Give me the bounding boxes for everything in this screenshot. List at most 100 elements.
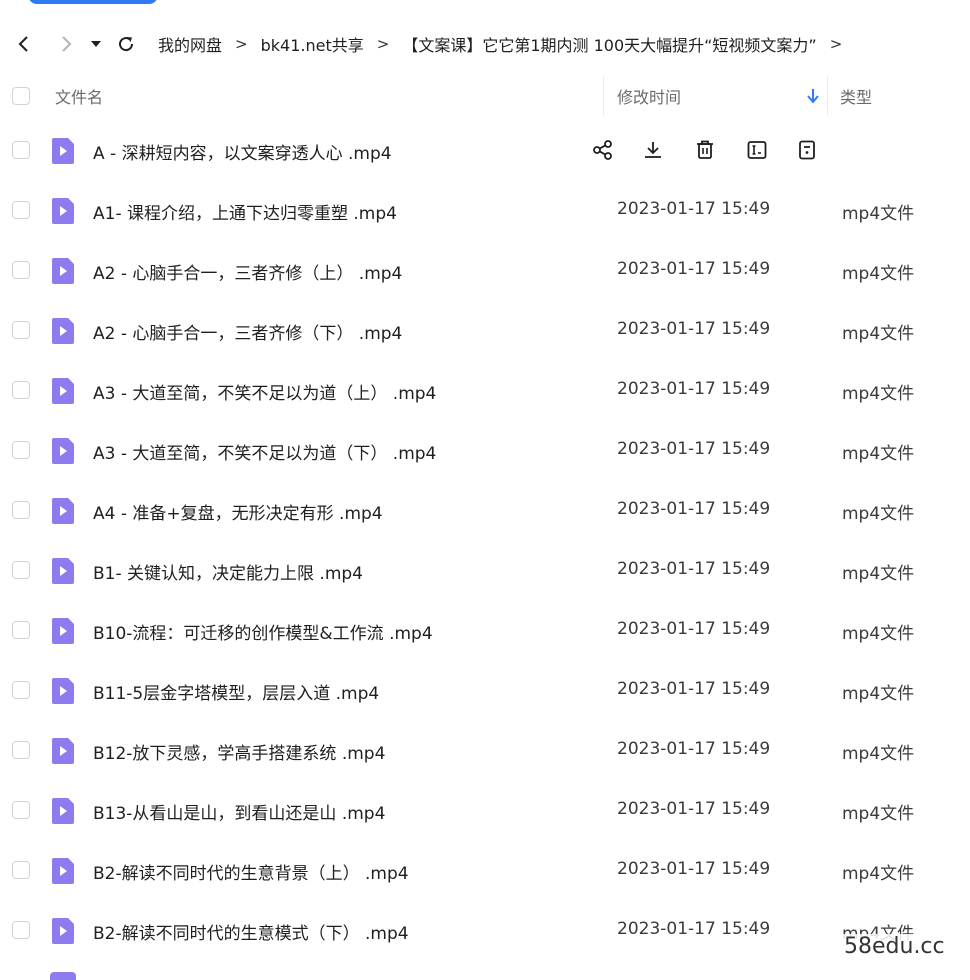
breadcrumb-separator: > [376,35,390,53]
navigation-bar: 我的网盘 > bk41.net共享 > 【文案课】它它第1期内测 100天大幅提… [0,22,970,66]
file-row[interactable]: B2-解读不同时代的生意模式（下） .mp42023-01-17 15:49mp… [0,900,970,960]
file-name[interactable]: A1- 课程介绍，上通下达归零重塑 .mp4 [93,199,397,224]
share-icon[interactable] [590,137,616,163]
watermark: 58edu.cc [840,934,949,959]
file-type: mp4文件 [842,204,915,224]
video-file-icon [50,257,76,285]
file-modified-time: 2023-01-17 15:49 [617,739,771,759]
video-file-icon [50,617,76,645]
forward-button[interactable] [52,30,80,58]
file-name[interactable]: B1- 关键认知，决定能力上限 .mp4 [93,559,363,584]
file-modified-time: 2023-01-17 15:49 [617,259,771,279]
file-row[interactable]: A2 - 心脑手合一，三者齐修（上） .mp4 2023-01-17 15:49 m… [0,240,970,300]
file-modified-time: 2023-01-17 15:49 [617,379,771,399]
column-divider [603,76,604,116]
video-file-icon [50,677,76,705]
history-dropdown-button[interactable] [86,30,106,58]
breadcrumb-separator: > [235,35,248,53]
file-name[interactable]: B2-解读不同时代的生意模式（下） .mp4 [93,919,409,944]
file-modified-time: 2023-01-17 15:49 [617,199,771,219]
back-button[interactable] [10,30,38,58]
refresh-icon [119,37,134,52]
sort-desc-icon[interactable] [806,87,820,109]
video-file-icon [50,797,76,825]
file-row[interactable]: A1- 课程介绍，上通下达归零重塑 .mp4 2023-01-17 15:49 mp… [0,180,970,240]
file-row[interactable]: B11-5层金字塔模型，层层入道 .mp4 2023-01-17 15:49 mp4… [0,660,970,720]
file-name[interactable]: A3 - 大道至简，不笑不足以为道（下） .mp4 [93,439,436,464]
file-type: mp4文件 [842,264,915,284]
delete-icon[interactable] [692,137,718,163]
row-checkbox[interactable] [12,741,30,759]
row-checkbox[interactable] [12,321,30,339]
file-modified-time: 2023-01-17 15:49 [617,619,771,639]
row-checkbox[interactable] [12,381,30,399]
more-icon[interactable] [794,137,820,163]
file-name[interactable]: B10-流程：可迁移的创作模型&工作流 .mp4 [93,619,433,644]
video-file-icon [50,437,76,465]
file-type: mp4文件 [842,384,915,404]
caret-down-icon [91,41,101,47]
file-row[interactable]: A3 - 大道至简，不笑不足以为道（下） .mp4 2023-01-17 15:4… [0,420,970,480]
file-type: mp4文件 [842,624,915,644]
file-type: mp4文件 [842,444,915,464]
video-file-icon [50,377,76,405]
breadcrumb-item[interactable]: 我的网盘 [158,32,222,56]
video-file-icon [50,857,76,885]
breadcrumb-item[interactable]: bk41.net共享 [261,32,364,56]
row-checkbox[interactable] [12,801,30,819]
column-divider [827,76,828,116]
video-file-icon [50,557,76,585]
file-modified-time: 2023-01-17 15:49 [617,559,771,579]
file-modified-time: 2023-01-17 15:49 [617,319,771,339]
file-type: mp4文件 [842,324,915,344]
file-type: mp4文件 [842,804,915,824]
video-file-icon [50,497,76,525]
file-name[interactable]: B2-解读不同时代的生意背景（上） .mp4 [93,859,409,884]
video-file-icon [50,137,76,165]
video-file-icon [50,737,76,765]
file-name[interactable]: A2 - 心脑手合一，三者齐修（上） .mp4 [93,259,402,284]
row-checkbox[interactable] [12,501,30,519]
download-icon[interactable] [640,137,666,163]
file-row[interactable]: B12-放下灵感，学高手搭建系统 .mp4 2023-01-17 15:49 mp4… [0,720,970,780]
file-type: mp4文件 [842,744,915,764]
row-checkbox[interactable] [12,621,30,639]
file-name[interactable]: A4 - 准备+复盘，无形决定有形 .mp4 [93,499,383,524]
file-row[interactable]: A3 - 大道至简，不笑不足以为道（上） .mp4 2023-01-17 15:4… [0,360,970,420]
row-checkbox[interactable] [12,441,30,459]
refresh-button[interactable] [112,30,140,58]
breadcrumb-item[interactable]: 【文案课】它它第1期内测 100天大幅提升“短视频文案力” [402,32,816,56]
top-tab-indicator [28,0,158,4]
file-name[interactable]: A3 - 大道至简，不笑不足以为道（上） .mp4 [93,379,436,404]
file-name[interactable]: B13-从看山是山，到看山还是山 .mp4 [93,799,385,824]
row-checkbox[interactable] [12,261,30,279]
file-type: mp4文件 [842,564,915,584]
file-row[interactable]: B13-从看山是山，到看山还是山 .mp4 2023-01-17 15:49 mp4… [0,780,970,840]
row-checkbox[interactable] [12,861,30,879]
breadcrumb: 我的网盘 > bk41.net共享 > 【文案课】它它第1期内测 100天大幅提… [158,32,855,56]
column-header-type[interactable]: 类型 [840,84,872,108]
file-row[interactable]: A2 - 心脑手合一，三者齐修（下） .mp4 2023-01-17 15:49 m… [0,300,970,360]
file-row[interactable]: B2-解读不同时代的生意背景（上） .mp4 2023-01-17 15:49 mp… [0,840,970,900]
chevron-right-icon [62,36,72,52]
row-checkbox[interactable] [12,681,30,699]
column-header-name[interactable]: 文件名 [55,84,103,108]
breadcrumb-separator: > [829,35,843,53]
file-row[interactable]: A4 - 准备+复盘，无形决定有形 .mp4 2023-01-17 15:49 mp… [0,480,970,540]
file-row[interactable]: B10-流程：可迁移的创作模型&工作流 .mp4 2023-01-17 15:49… [0,600,970,660]
rename-icon[interactable] [744,137,770,163]
row-checkbox[interactable] [12,561,30,579]
file-row[interactable]: B1- 关键认知，决定能力上限 .mp4 2023-01-17 15:49 mp4文… [0,540,970,600]
file-name[interactable]: B11-5层金字塔模型，层层入道 .mp4 [93,679,379,704]
file-modified-time: 2023-01-17 15:49 [617,799,771,819]
select-all-checkbox[interactable] [12,87,30,105]
column-header-modified[interactable]: 修改时间 [617,84,681,108]
row-checkbox[interactable] [12,201,30,219]
row-checkbox[interactable] [12,921,30,939]
file-name[interactable]: B12-放下灵感，学高手搭建系统 .mp4 [93,739,385,764]
file-name[interactable]: A2 - 心脑手合一，三者齐修（下） .mp4 [93,319,402,344]
row-checkbox[interactable] [12,141,30,159]
file-modified-time: 2023-01-17 15:49 [617,859,771,879]
file-name[interactable]: A - 深耕短内容，以文案穿透人心 .mp4 [93,139,392,164]
file-row[interactable]: A - 深耕短内容，以文案穿透人心 .mp4 [0,120,970,180]
